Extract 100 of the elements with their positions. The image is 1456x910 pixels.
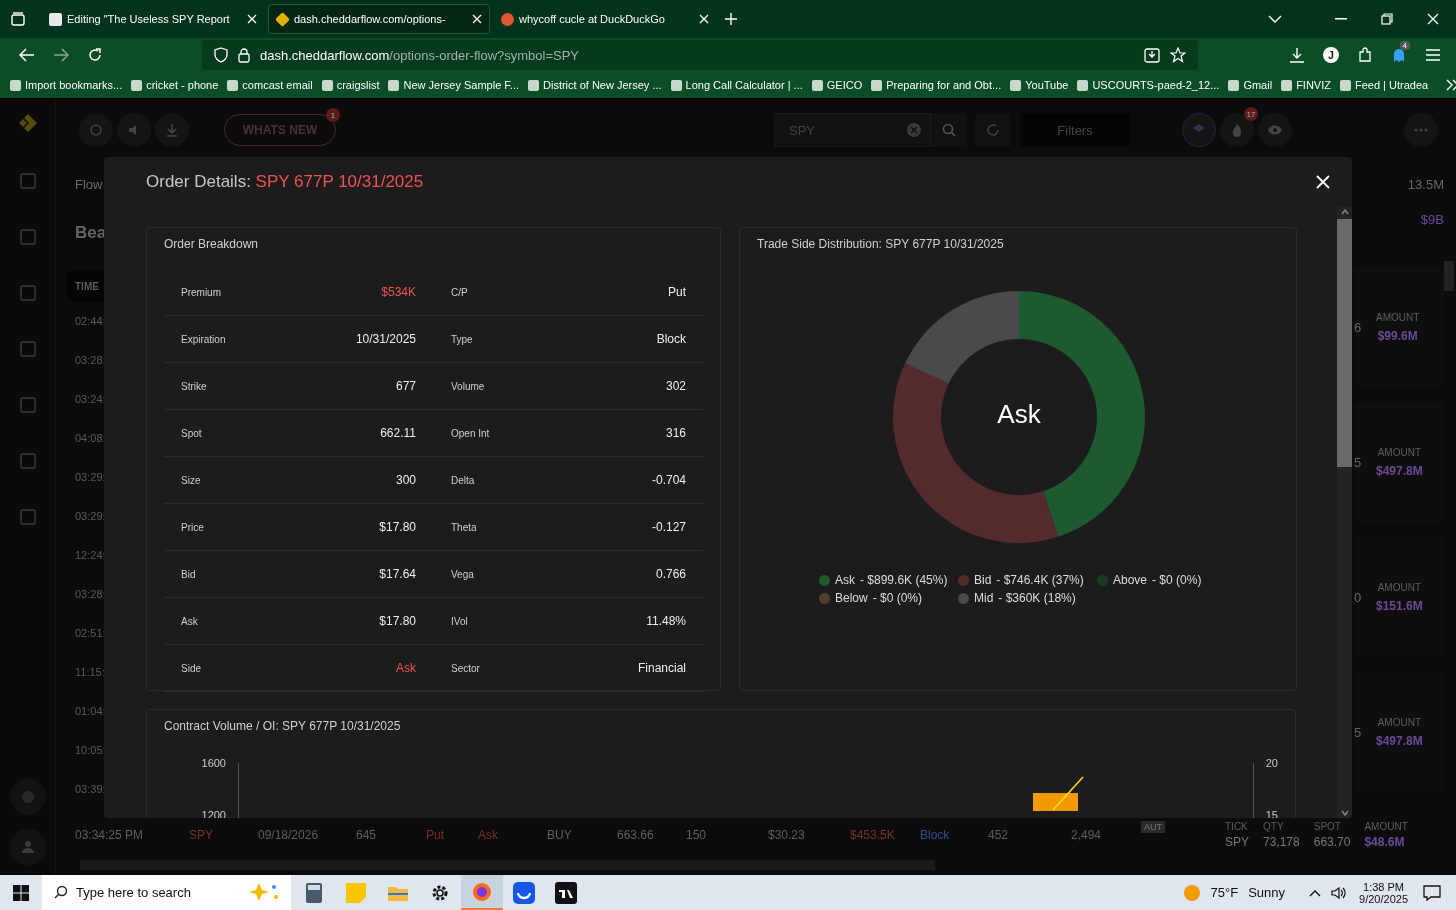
star-icon[interactable] [1170, 47, 1186, 63]
browser-tab[interactable]: Editing "The Useless SPY Report [42, 4, 264, 34]
new-tab-icon[interactable] [724, 12, 738, 26]
field-value: Block [656, 332, 686, 346]
legend-value: - $360K (18%) [998, 591, 1076, 605]
bookmark[interactable]: Import bookmarks... [25, 79, 123, 91]
legend-label[interactable]: Below [835, 591, 868, 605]
dialog-title: Order Details: SPY 677P 10/31/2025 [146, 172, 425, 192]
tab-overview-icon[interactable] [10, 11, 28, 27]
temperature[interactable]: 75°F [1210, 885, 1239, 900]
field-label: Side [181, 662, 201, 674]
table-cell-text: 09/18/2026 [258, 828, 320, 842]
bookmark[interactable]: FINVIZ [1296, 79, 1331, 91]
field-value: Ask [396, 661, 416, 675]
bookmark[interactable]: comcast email [242, 79, 313, 91]
chart-title: Contract Volume / OI: SPY 677P 10/31/2025 [164, 719, 402, 733]
stat-value: $9B [1420, 212, 1444, 227]
scroll-up-icon[interactable] [1340, 209, 1349, 215]
bookmark[interactable]: GEICO [826, 79, 863, 91]
card-amount: $99.6M [1377, 328, 1418, 343]
table-cell-text: 12:24: [75, 548, 107, 563]
table-cell-text: 03:24: [75, 392, 107, 407]
summary-label: TICK [1225, 821, 1249, 832]
panel-title: Order Breakdown [164, 237, 260, 251]
scroll-down-icon[interactable] [1340, 810, 1349, 816]
bookmark[interactable]: YouTube [1025, 79, 1069, 91]
site-icon [321, 79, 333, 91]
bookmark[interactable]: cricket - phone [146, 79, 219, 91]
refresh-icon [985, 122, 1001, 138]
bookmark[interactable]: Preparing for and Obt... [886, 79, 1002, 91]
field-value: -0.127 [651, 520, 686, 534]
clock[interactable]: 1:38 PM 9/20/2025 [1359, 880, 1408, 905]
summary-label: AMOUNT [1364, 821, 1408, 832]
site-icon [131, 79, 143, 91]
field-label: Spot [181, 427, 202, 439]
count-badge: 1 [326, 108, 340, 122]
more-bookmarks-icon[interactable] [1446, 79, 1456, 91]
legend-label[interactable]: Bid [974, 573, 992, 587]
table-cell-text: 645 [356, 828, 378, 842]
card-label: AMOUNT [1376, 311, 1420, 323]
bookmark[interactable]: New Jersey Sample F... [403, 79, 519, 91]
table-cell-text: 11:15: [75, 665, 106, 680]
field-value: Put [668, 285, 686, 299]
field-value: 677 [395, 379, 416, 393]
address-bar[interactable]: dash.cheddarflow.com/options-order-flow?symbol=SPY [202, 40, 1198, 70]
field-label: Premium [181, 286, 221, 298]
scrollbar-thumb[interactable] [1337, 219, 1352, 467]
table-cell-text: 02:51: [75, 626, 107, 641]
card-amount: $497.8M [1376, 733, 1423, 748]
legend-value: - $899.6K (45%) [860, 573, 948, 587]
close-icon[interactable] [247, 14, 257, 24]
bookmark[interactable]: craigslist [336, 79, 380, 91]
table-cell-text: Put [426, 828, 445, 842]
table-cell-text: 03:39: [75, 782, 107, 797]
weather-text[interactable]: Sunny [1248, 885, 1286, 900]
summary-value: 73,178 [1263, 835, 1300, 849]
legend-label[interactable]: Ask [835, 573, 855, 587]
site-icon [1010, 79, 1022, 91]
bookmark[interactable]: Long Call Calculator | ... [685, 79, 803, 91]
bookmark[interactable]: USCOURTS-paed-2_12... [1092, 79, 1220, 91]
download-page-icon[interactable] [1144, 47, 1160, 63]
table-cell-text: 2,494 [1071, 828, 1103, 842]
site-icon [670, 79, 682, 91]
bookmark[interactable]: District of New Jersey ... [543, 79, 662, 91]
count-badge: 4 [1399, 41, 1410, 50]
profile-avatar[interactable]: J [1323, 47, 1339, 63]
card-value: 5 [1354, 454, 1362, 470]
field-label: IVol [451, 615, 468, 627]
close-icon[interactable] [472, 14, 482, 24]
table-cell-text: 03:28: [75, 587, 107, 602]
close-icon[interactable] [1316, 175, 1330, 189]
legend-label[interactable]: Mid [974, 591, 994, 605]
bookmark[interactable]: Gmail [1243, 79, 1273, 91]
summary-label: SPOT [1313, 821, 1342, 832]
field-value: $17.64 [379, 567, 416, 581]
field-value: -0.704 [651, 473, 686, 487]
field-value: $17.80 [379, 520, 416, 534]
bookmark[interactable]: Feed | Utradea [1354, 79, 1429, 91]
summary-value: $48.6M [1364, 835, 1406, 849]
notifications-icon[interactable] [1420, 884, 1444, 901]
site-icon [1228, 79, 1240, 91]
table-cell-text: Block [920, 828, 951, 842]
browser-tab[interactable]: whycoff cucle at DuckDuckGo [494, 4, 716, 34]
field-label: Vega [451, 568, 474, 580]
url-text: dash.cheddarflow.com/options-order-flow?symbol=SPY [260, 47, 580, 63]
field-label: Volume [451, 380, 485, 392]
field-label: Size [181, 474, 201, 486]
donut-center-label: Ask [996, 399, 1042, 430]
summary-value: SPY [1225, 835, 1249, 849]
axis-tick-label: 1600 [201, 757, 226, 769]
close-icon[interactable] [699, 14, 709, 24]
field-label: Price [181, 521, 204, 533]
browser-icon[interactable] [461, 875, 503, 910]
taskbar-search-field[interactable]: Type here to search [42, 875, 291, 910]
clock-time: 1:38 PM [1363, 880, 1404, 893]
ghost-icon[interactable] [1391, 47, 1407, 63]
legend-label[interactable]: Above [1113, 573, 1148, 587]
axis-line [1252, 763, 1254, 818]
browser-tab[interactable]: dash.cheddarflow.com/options- [268, 4, 490, 34]
search-button[interactable] [931, 113, 967, 147]
